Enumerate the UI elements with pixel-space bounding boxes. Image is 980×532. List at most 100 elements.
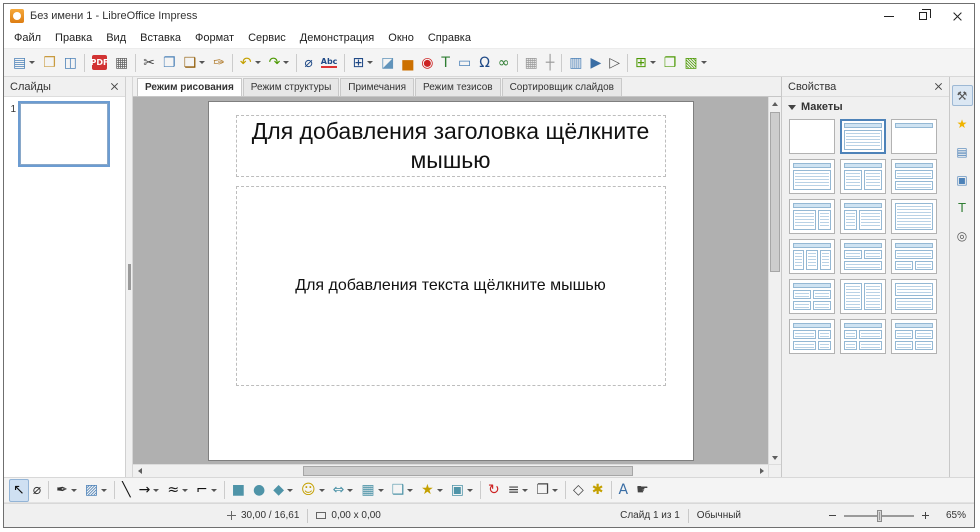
print-button[interactable]: ▦ [111,51,132,74]
find-replace-button[interactable]: ⌀ [300,51,316,74]
cut-button[interactable]: ✂ [139,51,159,74]
layout-right-wide[interactable] [840,199,886,234]
zoom-slider-thumb[interactable] [877,510,882,522]
layout-two-over-one[interactable] [840,239,886,274]
callouts-button[interactable]: ❑ [388,479,418,502]
insert-image-button[interactable]: ◪ [377,51,398,74]
sidebar-tab-master-slides[interactable]: ▣ [952,169,973,190]
basic-shapes-button[interactable]: ◆ [269,479,297,502]
arrange-button[interactable]: ❐ [532,479,562,502]
new-slide-button[interactable]: ⊞ [631,51,660,74]
scroll-up-icon[interactable] [768,97,781,110]
dropdown-caret-icon[interactable] [407,489,413,492]
copy-button[interactable]: ❐ [159,51,180,74]
zoom-button[interactable]: ⌀ [29,479,45,502]
slide-layout-button[interactable]: ▧ [680,51,710,74]
display-views-button[interactable]: ▥ [565,51,586,74]
menu-format[interactable]: Формат [188,29,241,47]
tab-handout[interactable]: Режим тезисов [415,78,501,96]
curve-button[interactable]: ≈ [163,479,192,502]
minimize-button[interactable] [872,4,906,28]
layout-title-only[interactable] [891,119,937,154]
line-style-button[interactable]: ✒ [52,479,81,502]
select-button[interactable]: ↖ [9,479,29,502]
layout-title-content[interactable] [840,119,886,154]
fill-color-button[interactable]: ▨ [81,479,111,502]
sidebar-tab-animation[interactable]: ★ [952,113,973,134]
layout-blank[interactable] [789,119,835,154]
insert-frame-button[interactable]: ▭ [454,51,475,74]
menu-tools[interactable]: Сервис [241,29,293,47]
horizontal-scroll-thumb[interactable] [303,466,633,476]
dropdown-caret-icon[interactable] [182,489,188,492]
export-pdf-button[interactable]: PDF [88,51,111,74]
insert-table-button[interactable]: ⊞ [348,51,377,74]
insert-media-button[interactable]: ◉ [417,51,437,74]
layout-name[interactable]: Обычный [697,510,741,521]
zoom-slider[interactable] [844,515,914,517]
rotate-button[interactable]: ↻ [484,479,504,502]
menu-slideshow[interactable]: Демонстрация [293,29,382,47]
layout-two-content[interactable] [840,159,886,194]
stars-button[interactable]: ★ [417,479,447,502]
layout-three-content[interactable] [789,239,835,274]
layout-grid-left[interactable] [789,319,835,354]
ellipse-button[interactable]: ● [249,479,269,502]
sidebar-tab-styles[interactable]: T [952,197,973,218]
layout-two-rows[interactable] [891,159,937,194]
splitter-handle-icon[interactable] [128,264,131,290]
clone-formatting-button[interactable]: ✑ [209,51,229,74]
layout-content[interactable] [789,159,835,194]
menu-file[interactable]: Файл [7,29,48,47]
display-grid-button[interactable]: ▦ [521,51,542,74]
layout-two-columns-plain[interactable] [840,279,886,314]
scroll-down-icon[interactable] [768,451,781,464]
spelling-button[interactable]: Abc [317,51,342,74]
redo-button[interactable]: ↷ [265,51,294,74]
dropdown-caret-icon[interactable] [378,489,384,492]
block-arrows-button[interactable]: ⇔ [329,479,358,502]
slide-canvas[interactable]: Для добавления заголовка щёлкните мышью … [208,101,694,461]
tab-drawing[interactable]: Режим рисования [137,78,242,96]
slides-panel-close-icon[interactable] [110,82,119,91]
menu-view[interactable]: Вид [99,29,133,47]
zoom-out-button[interactable] [826,509,839,522]
slide-list-item[interactable]: 1 [8,103,121,165]
sidebar-tab-slide-transition[interactable]: ▤ [952,141,973,162]
dropdown-caret-icon[interactable] [71,489,77,492]
dropdown-caret-icon[interactable] [199,61,205,64]
restore-button[interactable] [906,4,940,28]
dropdown-caret-icon[interactable] [319,489,325,492]
fontwork-button[interactable]: A [615,479,633,502]
horizontal-scrollbar[interactable] [133,464,768,477]
tab-sorter[interactable]: Сортировщик слайдов [502,78,622,96]
layouts-section-header[interactable]: Макеты [782,97,949,117]
layout-one-over-two[interactable] [891,239,937,274]
insert-text-box-button[interactable]: T [437,51,454,74]
layout-two-rows-plain[interactable] [891,279,937,314]
layout-content-only[interactable] [891,199,937,234]
undo-button[interactable]: ↶ [236,51,265,74]
scroll-right-icon[interactable] [755,464,768,477]
duplicate-slide-button[interactable]: ❐ [660,51,681,74]
helplines-button[interactable]: ┼ [542,51,558,74]
sidebar-tab-properties[interactable]: ⚒ [952,85,973,106]
line-ends-arrow-button[interactable]: → [135,479,164,502]
3d-objects-button[interactable]: ▣ [447,479,477,502]
align-button[interactable]: ≡ [504,479,533,502]
dropdown-caret-icon[interactable] [437,489,443,492]
menu-help[interactable]: Справка [421,29,478,47]
open-button[interactable]: ❒ [39,51,60,74]
flowchart-button[interactable]: ▦ [357,479,387,502]
layout-left-wide[interactable] [789,199,835,234]
canvas-area[interactable]: Для добавления заголовка щёлкните мышью … [133,97,768,464]
dropdown-caret-icon[interactable] [552,489,558,492]
dropdown-caret-icon[interactable] [211,489,217,492]
paste-button[interactable]: ❏ [180,51,210,74]
interaction-button[interactable]: ☛ [632,479,653,502]
title-placeholder[interactable]: Для добавления заголовка щёлкните мышью [236,115,666,177]
properties-panel-close-icon[interactable] [934,82,943,91]
glue-points-button[interactable]: ✱ [588,479,608,502]
content-placeholder[interactable]: Для добавления текста щёлкните мышью [236,186,666,386]
dropdown-caret-icon[interactable] [650,61,656,64]
